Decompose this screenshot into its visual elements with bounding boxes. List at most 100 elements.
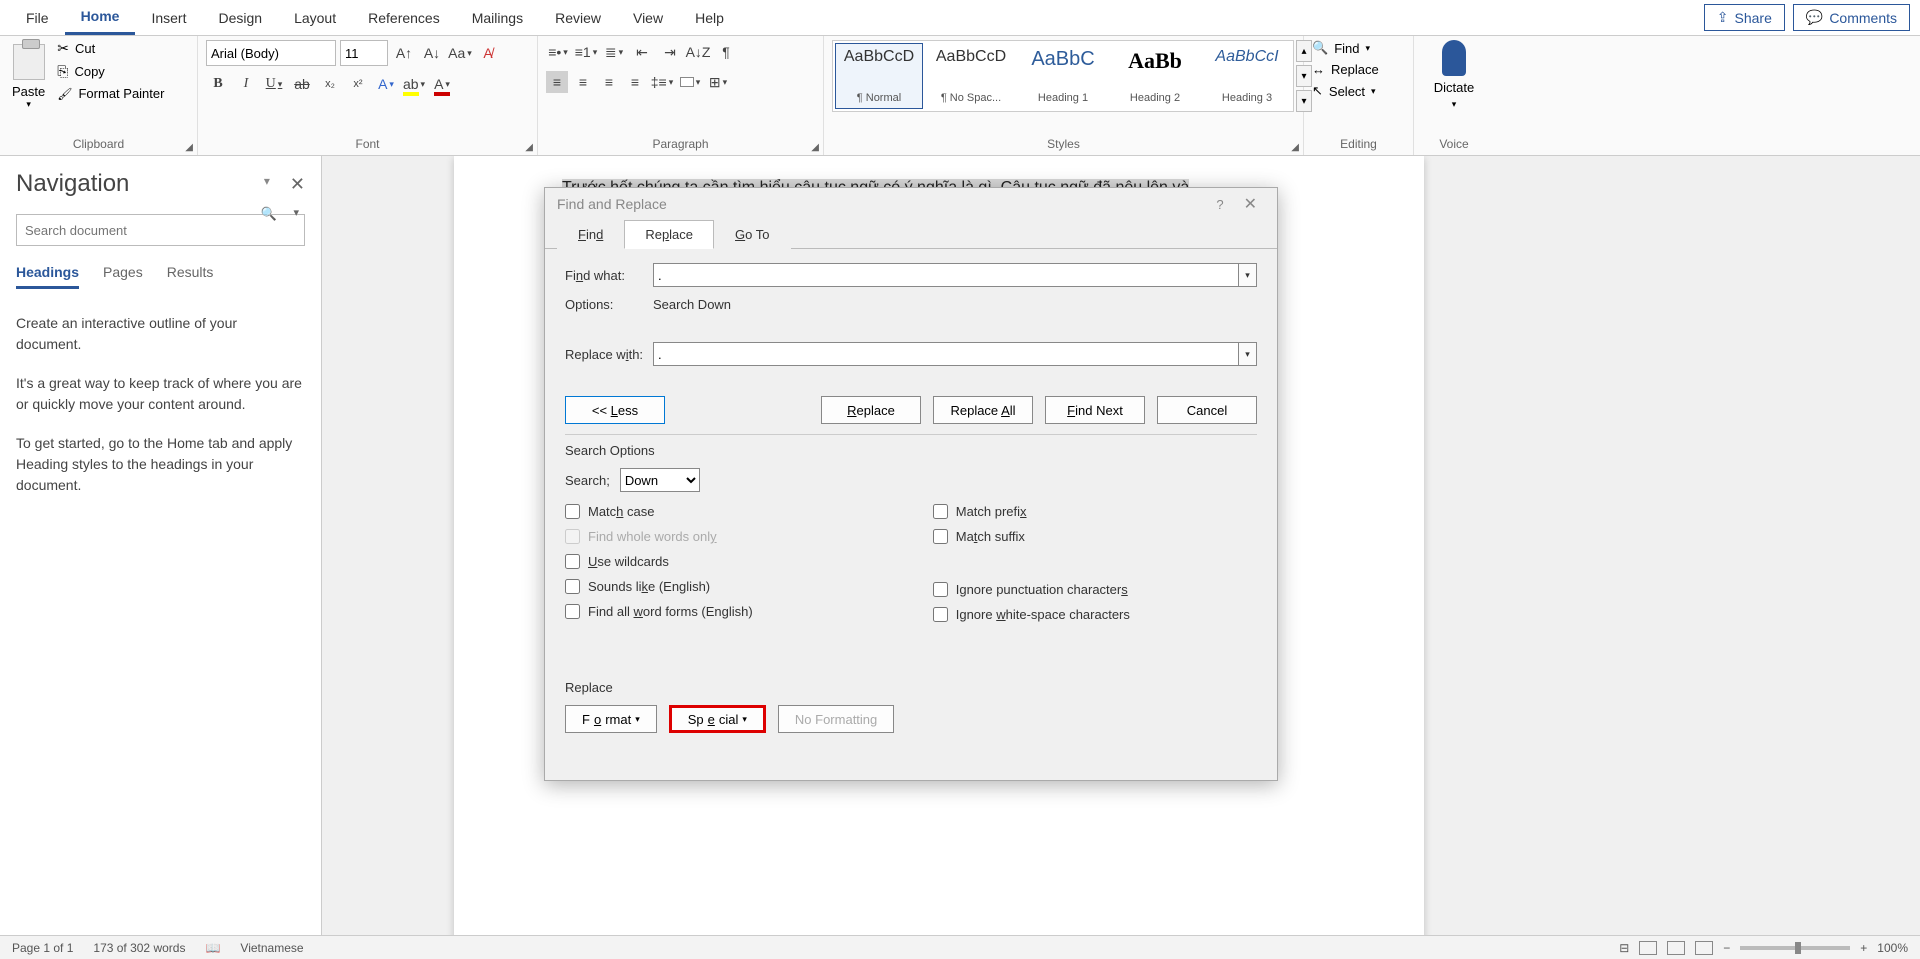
- cut-button[interactable]: Cut: [57, 40, 164, 57]
- bullets-button[interactable]: ≡•: [546, 40, 570, 64]
- cancel-button[interactable]: Cancel: [1157, 396, 1257, 424]
- nav-tab-pages[interactable]: Pages: [103, 264, 143, 289]
- display-settings-icon[interactable]: ⊟: [1619, 941, 1629, 955]
- select-button[interactable]: ↖Select▾: [1312, 83, 1405, 99]
- zoom-slider[interactable]: [1740, 946, 1850, 950]
- match-prefix-checkbox[interactable]: Match prefix: [933, 504, 1130, 519]
- highlight-button[interactable]: ab: [402, 72, 426, 96]
- style-heading3[interactable]: AaBbCcIHeading 3: [1203, 43, 1291, 109]
- text-effects-button[interactable]: A: [374, 72, 398, 96]
- sounds-like-checkbox[interactable]: Sounds like (English): [565, 579, 753, 594]
- wildcards-checkbox[interactable]: Use wildcards: [565, 554, 753, 569]
- dialog-tab-find[interactable]: Find: [557, 220, 624, 249]
- shading-button[interactable]: [678, 70, 702, 94]
- view-read-mode[interactable]: [1639, 941, 1657, 955]
- tab-design[interactable]: Design: [202, 2, 278, 34]
- find-what-input[interactable]: [653, 263, 1239, 287]
- nav-dropdown[interactable]: ▾: [264, 174, 270, 195]
- align-right-button[interactable]: ≡: [598, 71, 620, 93]
- line-spacing-button[interactable]: ‡≡: [650, 70, 674, 94]
- tab-layout[interactable]: Layout: [278, 2, 352, 34]
- dialog-help-button[interactable]: ?: [1204, 197, 1235, 212]
- copy-button[interactable]: Copy: [57, 63, 164, 80]
- format-painter-button[interactable]: Format Painter: [57, 86, 164, 101]
- status-spellcheck[interactable]: 📖: [205, 941, 220, 955]
- replace-with-input[interactable]: [653, 342, 1239, 366]
- align-justify-button[interactable]: ≡: [624, 71, 646, 93]
- bold-button[interactable]: B: [206, 72, 230, 96]
- style-heading1[interactable]: AaBbCHeading 1: [1019, 43, 1107, 109]
- style-normal[interactable]: AaBbCcD¶ Normal: [835, 43, 923, 109]
- find-button[interactable]: 🔍Find▾: [1312, 40, 1405, 56]
- numbering-button[interactable]: ≡1: [574, 40, 598, 64]
- tab-home[interactable]: Home: [65, 0, 136, 35]
- view-print-layout[interactable]: [1667, 941, 1685, 955]
- comments-button[interactable]: 💬 Comments: [1793, 4, 1910, 31]
- format-button[interactable]: Format ▾: [565, 705, 657, 733]
- shrink-font-button[interactable]: A↓: [420, 41, 444, 65]
- match-case-checkbox[interactable]: Match case: [565, 504, 753, 519]
- paste-button[interactable]: Paste ▾: [8, 40, 49, 114]
- find-what-dropdown[interactable]: ▾: [1239, 263, 1257, 287]
- sort-button[interactable]: A↓Z: [686, 40, 710, 64]
- search-direction-select[interactable]: Down: [620, 468, 700, 492]
- superscript-button[interactable]: x²: [346, 72, 370, 96]
- status-language[interactable]: Vietnamese: [240, 941, 303, 955]
- find-next-button[interactable]: Find Next: [1045, 396, 1145, 424]
- dictate-button[interactable]: Dictate ▾: [1434, 40, 1474, 110]
- clipboard-launcher[interactable]: ◢: [185, 142, 193, 153]
- zoom-level[interactable]: 100%: [1877, 941, 1908, 955]
- search-icon[interactable]: 🔍: [261, 206, 277, 222]
- dialog-tab-replace[interactable]: Replace: [624, 220, 714, 249]
- tab-insert[interactable]: Insert: [135, 2, 202, 34]
- ignore-punct-checkbox[interactable]: Ignore punctuation characters: [933, 582, 1130, 597]
- view-web-layout[interactable]: [1695, 941, 1713, 955]
- align-center-button[interactable]: ≡: [572, 71, 594, 93]
- styles-launcher[interactable]: ◢: [1291, 142, 1299, 153]
- dialog-tab-goto[interactable]: Go To: [714, 220, 790, 249]
- nav-tab-headings[interactable]: Headings: [16, 264, 79, 289]
- subscript-button[interactable]: x₂: [318, 72, 342, 96]
- underline-button[interactable]: U: [262, 72, 286, 96]
- font-launcher[interactable]: ◢: [525, 142, 533, 153]
- tab-help[interactable]: Help: [679, 2, 740, 34]
- borders-button[interactable]: ⊞: [706, 70, 730, 94]
- clear-formatting-button[interactable]: A̸: [476, 41, 500, 65]
- nav-search-dropdown[interactable]: ▾: [293, 206, 299, 219]
- change-case-button[interactable]: Aa: [448, 41, 472, 65]
- tab-file[interactable]: File: [10, 2, 65, 34]
- share-button[interactable]: ⇪ Share: [1704, 4, 1785, 31]
- replace-with-dropdown[interactable]: ▾: [1239, 342, 1257, 366]
- paragraph-launcher[interactable]: ◢: [811, 142, 819, 153]
- match-suffix-checkbox[interactable]: Match suffix: [933, 529, 1130, 544]
- show-marks-button[interactable]: ¶: [714, 40, 738, 64]
- strikethrough-button[interactable]: ab: [290, 72, 314, 96]
- italic-button[interactable]: I: [234, 72, 258, 96]
- status-words[interactable]: 173 of 302 words: [93, 941, 185, 955]
- font-size-select[interactable]: [340, 40, 388, 66]
- nav-tab-results[interactable]: Results: [167, 264, 214, 289]
- zoom-out-button[interactable]: −: [1723, 941, 1730, 955]
- multilevel-button[interactable]: ≣: [602, 40, 626, 64]
- zoom-in-button[interactable]: +: [1860, 941, 1867, 955]
- align-left-button[interactable]: ≡: [546, 71, 568, 93]
- nav-close-button[interactable]: ✕: [290, 174, 305, 195]
- style-no-spacing[interactable]: AaBbCcD¶ No Spac...: [927, 43, 1015, 109]
- style-heading2[interactable]: AaBbHeading 2: [1111, 43, 1199, 109]
- replace-all-button[interactable]: Replace All: [933, 396, 1033, 424]
- special-button[interactable]: Special ▾: [669, 705, 766, 733]
- tab-view[interactable]: View: [617, 2, 679, 34]
- replace-one-button[interactable]: Replace: [821, 396, 921, 424]
- less-button[interactable]: << Less: [565, 396, 665, 424]
- ignore-ws-checkbox[interactable]: Ignore white-space characters: [933, 607, 1130, 622]
- word-forms-checkbox[interactable]: Find all word forms (English): [565, 604, 753, 619]
- tab-review[interactable]: Review: [539, 2, 617, 34]
- font-color-button[interactable]: A: [430, 72, 454, 96]
- tab-references[interactable]: References: [352, 2, 456, 34]
- font-name-select[interactable]: [206, 40, 336, 66]
- tab-mailings[interactable]: Mailings: [456, 2, 539, 34]
- status-page[interactable]: Page 1 of 1: [12, 941, 73, 955]
- increase-indent-button[interactable]: ⇥: [658, 40, 682, 64]
- decrease-indent-button[interactable]: ⇤: [630, 40, 654, 64]
- grow-font-button[interactable]: A↑: [392, 41, 416, 65]
